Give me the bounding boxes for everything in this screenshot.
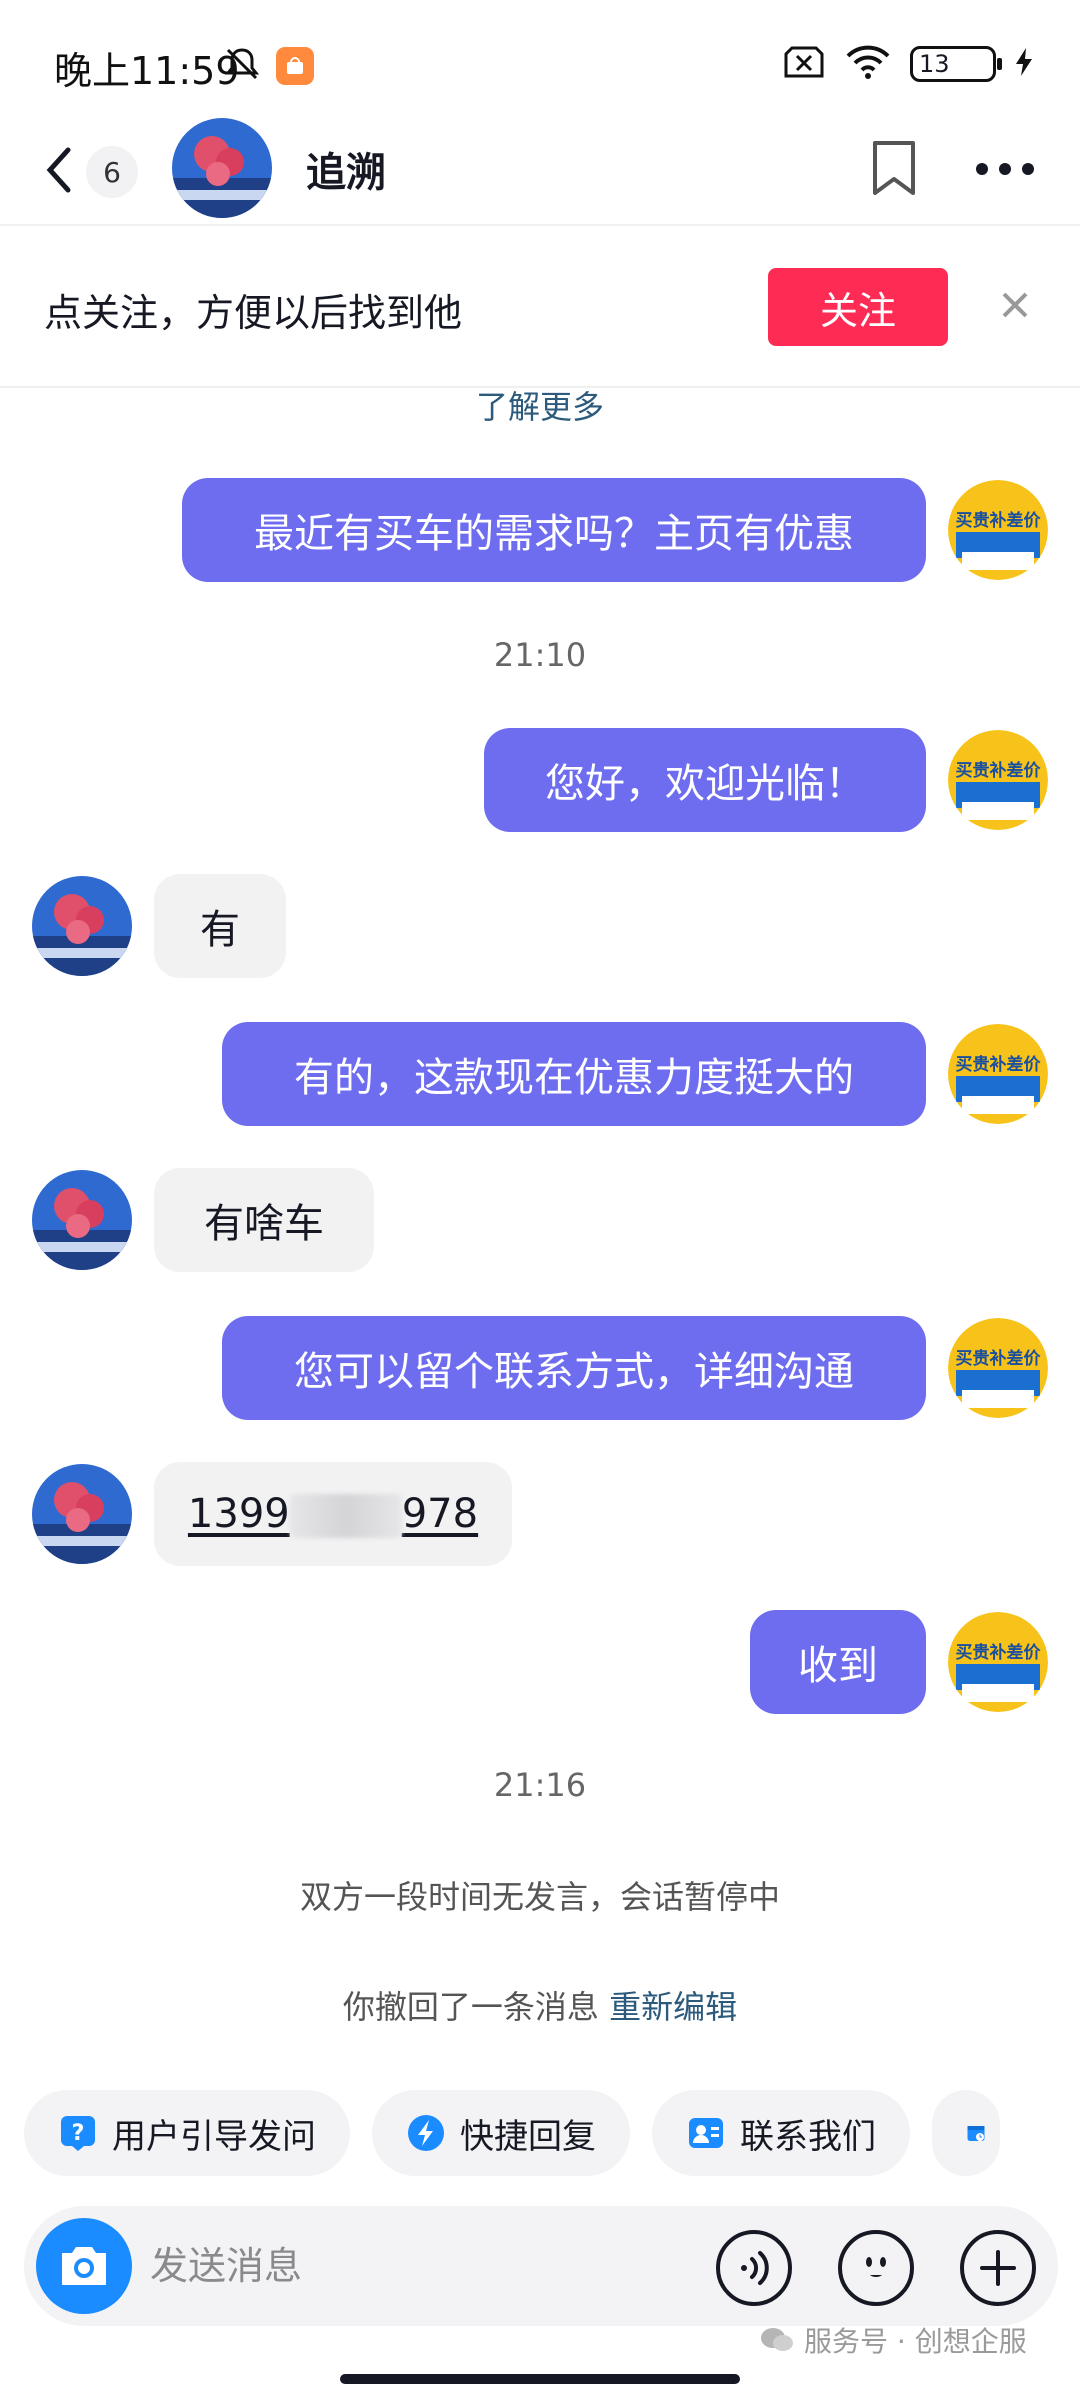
status-bar: 晚上11:59 13	[0, 0, 1080, 120]
message-input-bar	[24, 2206, 1058, 2326]
more-dots-icon	[975, 161, 1035, 180]
message-bubble-peer[interactable]: 1399 978	[154, 1462, 512, 1566]
close-banner-button[interactable]	[990, 282, 1040, 332]
timestamp: 21:16	[493, 1766, 587, 1804]
message-bubble-self[interactable]: 您好，欢迎光临！	[484, 728, 926, 832]
bookmark-button[interactable]	[864, 134, 924, 206]
chevron-left-icon	[44, 146, 74, 198]
self-avatar-logo-text: 买贵补差价	[956, 1054, 1042, 1075]
quick-action-quick-reply[interactable]: 快捷回复	[372, 2090, 630, 2176]
voice-button[interactable]	[716, 2230, 792, 2306]
calendar-icon	[967, 2126, 985, 2141]
wechat-icon	[761, 2328, 793, 2351]
emoji-button[interactable]	[838, 2230, 914, 2306]
bookmark-icon	[869, 139, 919, 201]
message-row: 最近有买车的需求吗？主页有优惠 买贵补差价	[0, 478, 1080, 582]
quick-action-partial[interactable]	[932, 2090, 1000, 2176]
quick-action-guide-question[interactable]: ? 用户引导发问	[24, 2090, 350, 2176]
watermark: 服务号 · 创想企服	[760, 2320, 1027, 2360]
wifi-icon	[844, 44, 892, 84]
self-avatar-logo-text: 买贵补差价	[956, 1348, 1042, 1369]
follow-banner: 点关注，方便以后找到他 关注	[0, 228, 1080, 388]
contact-avatar[interactable]	[32, 1170, 132, 1270]
self-avatar[interactable]: 买贵补差价	[948, 480, 1048, 580]
message-bubble-self[interactable]: 最近有买车的需求吗？主页有优惠	[182, 478, 926, 582]
quick-action-contact-us[interactable]: 联系我们	[652, 2090, 910, 2176]
recalled-text: 你撤回了一条消息	[342, 1988, 599, 2026]
question-icon: ?	[61, 2116, 95, 2151]
no-sim-icon	[782, 44, 826, 84]
status-system-icons: 13	[782, 44, 1034, 84]
message-bubble-self[interactable]: 收到	[750, 1610, 926, 1714]
message-row: 有	[0, 874, 1080, 978]
re-edit-link[interactable]: 重新编辑	[609, 1988, 737, 2026]
plus-icon	[980, 2250, 1016, 2286]
message-row: 1399 978	[0, 1462, 1080, 1566]
battery-level: 13	[919, 50, 950, 78]
watermark-text: 服务号 · 创想企服	[804, 2325, 1027, 2358]
message-row: 收到 买贵补差价	[0, 1610, 1080, 1714]
message-row: 您好，欢迎光临！ 买贵补差价	[0, 728, 1080, 832]
self-avatar[interactable]: 买贵补差价	[948, 1318, 1048, 1418]
charging-icon	[1014, 46, 1034, 82]
message-bubble-self[interactable]: 您可以留个联系方式，详细沟通	[222, 1316, 926, 1420]
home-indicator[interactable]	[340, 2374, 740, 2384]
phone-suffix: 978	[401, 1490, 479, 1537]
self-avatar-logo-text: 买贵补差价	[956, 510, 1042, 531]
self-avatar-logo-text: 买贵补差价	[956, 1642, 1042, 1663]
back-button[interactable]: 6	[44, 136, 144, 208]
message-row: 有的，这款现在优惠力度挺大的 买贵补差价	[0, 1022, 1080, 1126]
message-row: 有啥车	[0, 1168, 1080, 1272]
follow-button[interactable]: 关注	[768, 268, 948, 346]
add-attachment-button[interactable]	[960, 2230, 1036, 2306]
redacted-digits	[289, 1493, 402, 1538]
quick-action-label: 用户引导发问	[112, 2116, 316, 2157]
contact-name[interactable]: 追溯	[306, 140, 386, 198]
recalled-message-note: 你撤回了一条消息 重新编辑	[0, 1982, 1080, 2028]
message-bubble-peer[interactable]: 有	[154, 874, 286, 978]
chat-header: 6 追溯	[0, 118, 1080, 226]
self-avatar-logo-text: 买贵补差价	[956, 760, 1042, 781]
message-row: 您可以留个联系方式，详细沟通 买贵补差价	[0, 1316, 1080, 1420]
session-paused-note: 双方一段时间无发言，会话暂停中	[299, 1878, 780, 1916]
unread-count-badge: 6	[86, 146, 138, 198]
contact-avatar[interactable]	[172, 118, 272, 218]
self-avatar[interactable]: 买贵补差价	[948, 730, 1048, 830]
more-options-button[interactable]	[972, 134, 1038, 206]
timestamp: 21:10	[493, 636, 587, 674]
mute-icon	[222, 44, 262, 88]
shopping-app-icon	[276, 47, 314, 85]
battery-indicator: 13	[910, 46, 1002, 82]
lightning-icon	[408, 2115, 444, 2151]
learn-more-link[interactable]: 了解更多	[0, 382, 1080, 428]
phone-number-link[interactable]: 1399 978	[188, 1491, 478, 1538]
contact-avatar[interactable]	[32, 876, 132, 976]
close-icon	[1000, 290, 1030, 324]
voice-wave-icon	[741, 2251, 769, 2285]
quick-action-label: 快捷回复	[460, 2116, 596, 2157]
quick-actions-bar: ? 用户引导发问 快捷回复 联系我们	[24, 2090, 1000, 2176]
self-avatar[interactable]: 买贵补差价	[948, 1024, 1048, 1124]
message-bubble-self[interactable]: 有的，这款现在优惠力度挺大的	[222, 1022, 926, 1126]
contact-avatar[interactable]	[32, 1464, 132, 1564]
quick-action-label: 联系我们	[740, 2116, 876, 2157]
status-time: 晚上11:59	[54, 49, 240, 93]
message-input[interactable]	[150, 2234, 690, 2298]
message-bubble-peer[interactable]: 有啥车	[154, 1168, 374, 1272]
camera-button[interactable]	[36, 2218, 132, 2314]
status-notification-icons	[222, 44, 314, 88]
svg-text:?: ?	[72, 2121, 85, 2146]
emoji-icon	[866, 2257, 886, 2278]
self-avatar[interactable]: 买贵补差价	[948, 1612, 1048, 1712]
phone-prefix: 1399	[187, 1490, 290, 1537]
follow-prompt-text: 点关注，方便以后找到他	[44, 291, 463, 335]
camera-icon	[62, 2247, 106, 2285]
contact-card-icon	[689, 2118, 723, 2148]
